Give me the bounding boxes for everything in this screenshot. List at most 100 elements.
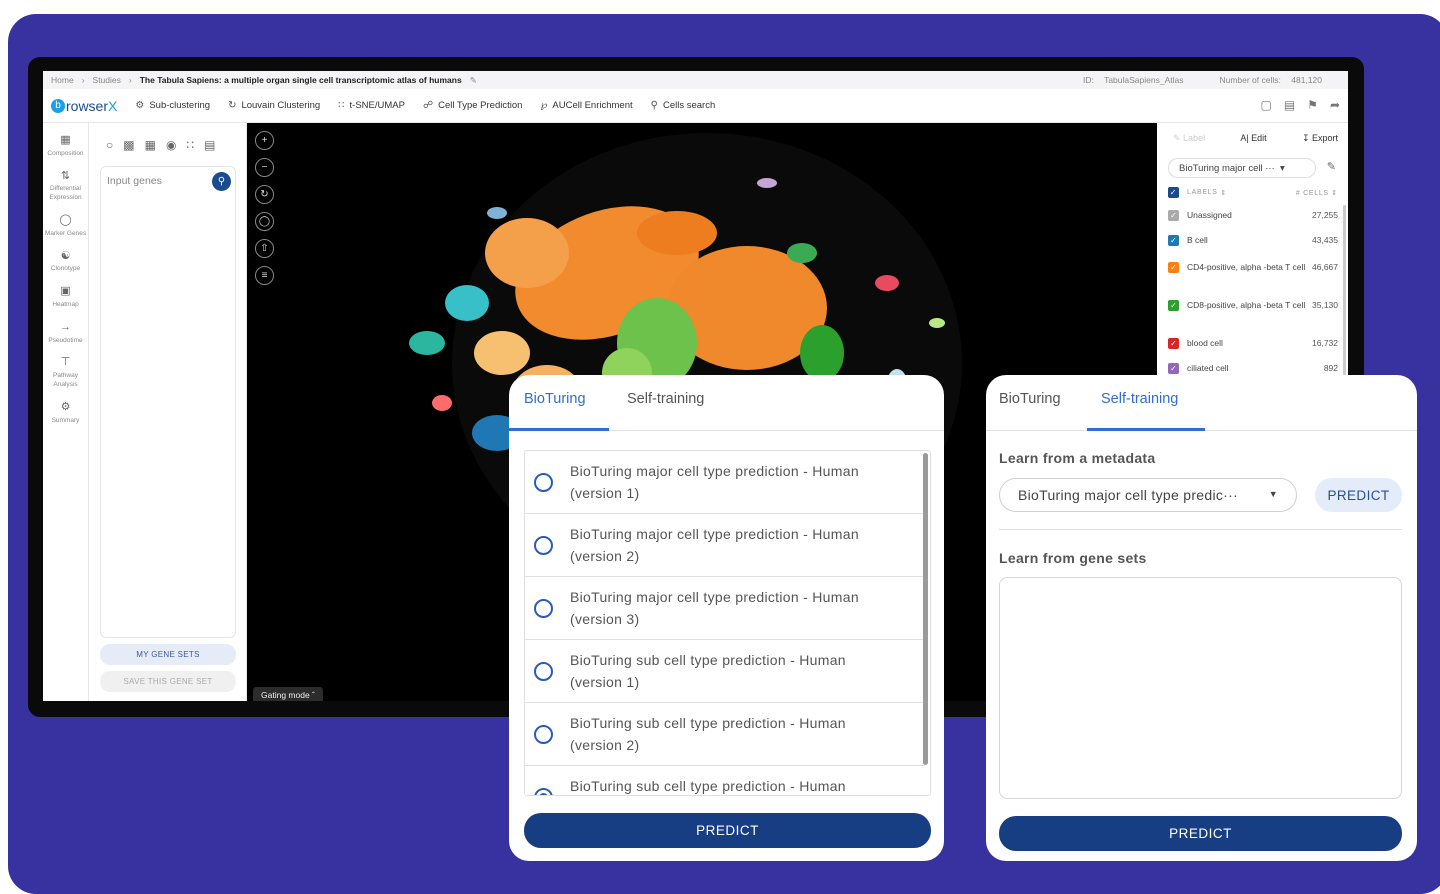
- browserx-logo[interactable]: b rowser X: [51, 98, 117, 114]
- louvain-icon: ↻: [228, 100, 237, 111]
- grid-icon[interactable]: ▦: [145, 138, 156, 152]
- louvain-clustering-button[interactable]: ↻ Louvain Clustering: [228, 100, 320, 111]
- chevron-right-icon: ›: [81, 75, 85, 85]
- aucell-icon: ℘: [540, 100, 548, 111]
- predict-button[interactable]: PREDICT: [999, 816, 1402, 851]
- share-icon[interactable]: ➦: [1330, 98, 1340, 112]
- save-gene-set-button[interactable]: SAVE THIS GENE SET: [100, 671, 236, 692]
- cells-search-button[interactable]: ⚲ Cells search: [651, 100, 716, 111]
- model-option[interactable]: BioTuring major cell type prediction - H…: [525, 577, 925, 640]
- model-option[interactable]: BioTuring sub cell type prediction - Hum…: [525, 640, 925, 703]
- tab-self-training[interactable]: Self-training: [1101, 391, 1178, 407]
- checkbox: ✓: [1168, 337, 1179, 349]
- metadata-select[interactable]: BioTuring major cell ··· ▾: [1168, 158, 1316, 178]
- tab-self-training[interactable]: Self-training: [627, 391, 704, 407]
- active-tab-indicator: [1087, 428, 1205, 431]
- marker-icon: ◯: [59, 213, 72, 226]
- bar-chart-icon[interactable]: ▩: [123, 138, 134, 152]
- density-icon[interactable]: ◉: [166, 138, 176, 152]
- label-row[interactable]: ✓ CD4-positive, alpha -beta T cell 46,667: [1168, 261, 1338, 273]
- reset-icon[interactable]: ↻: [255, 185, 274, 204]
- search-icon[interactable]: ⚲: [212, 172, 231, 191]
- gene-sets-input[interactable]: [999, 577, 1402, 799]
- select-all-checkbox[interactable]: ✓: [1168, 187, 1179, 198]
- lasso-icon[interactable]: ◯: [255, 212, 274, 231]
- radio-button[interactable]: [534, 536, 553, 555]
- label-button[interactable]: ✎ Label: [1173, 133, 1205, 144]
- save-icon[interactable]: ▢: [1260, 98, 1271, 112]
- metadata-dropdown[interactable]: BioTuring major cell type predic··· ▼: [999, 478, 1297, 512]
- rail-differential-expression[interactable]: ⇅ Differential Expression: [43, 169, 88, 203]
- label-table-header: ✓ LABELS ⇕ # CELLS ⇕: [1168, 187, 1338, 198]
- radio-button[interactable]: [534, 725, 553, 744]
- study-title: The Tabula Sapiens: a multiple organ sin…: [139, 75, 462, 85]
- radio-button[interactable]: [534, 473, 553, 492]
- prediction-card-self-training: BioTuring Self-training Learn from a met…: [986, 375, 1417, 861]
- edit-icon[interactable]: ✎: [1327, 160, 1336, 173]
- divider: [999, 529, 1402, 530]
- rail-marker-genes[interactable]: ◯ Marker Genes: [43, 213, 88, 239]
- heatmap-icon: ▣: [60, 285, 71, 298]
- model-option[interactable]: BioTuring major cell type prediction - H…: [525, 514, 925, 577]
- differential-icon: ⇅: [60, 169, 71, 182]
- chevron-right-icon: ›: [128, 75, 132, 85]
- tab-bioturing[interactable]: BioTuring: [999, 391, 1061, 407]
- toolbar-actions: ▢ ▤ ⚑ ➦: [1260, 98, 1340, 112]
- checkbox: ✓: [1168, 362, 1179, 374]
- sub-clustering-button[interactable]: ⚙ Sub-clustering: [135, 100, 210, 111]
- breadcrumb-studies[interactable]: Studies: [93, 75, 121, 85]
- rail-pathway-analysis[interactable]: ⊤ Pathway Analysis: [43, 355, 88, 389]
- radio-button[interactable]: [534, 662, 553, 681]
- label-row[interactable]: ✓ CD8-positive, alpha -beta T cell 35,130: [1168, 299, 1338, 311]
- prediction-card-bioturing: BioTuring Self-training BioTuring major …: [509, 375, 944, 861]
- settings-icon[interactable]: ≡: [255, 266, 274, 285]
- pathway-icon: ⊤: [60, 356, 71, 369]
- my-gene-sets-button[interactable]: MY GENE SETS: [100, 644, 236, 665]
- composition-icon: ▦: [60, 134, 71, 146]
- checkbox: ✓: [1168, 209, 1179, 221]
- main-toolbar: b rowser X ⚙ Sub-clustering ↻ Louvain Cluste…: [43, 89, 1348, 123]
- breadcrumb-home[interactable]: Home: [51, 75, 74, 85]
- upload-icon[interactable]: ⇧: [255, 239, 274, 258]
- bookmark-icon[interactable]: ⚑: [1307, 98, 1318, 112]
- dropdown-arrow-icon: ▼: [1268, 489, 1278, 499]
- list-scrollbar[interactable]: [923, 453, 928, 765]
- sub-clustering-icon: ⚙: [135, 100, 145, 111]
- model-option[interactable]: BioTuring sub cell type prediction - Hum…: [525, 703, 925, 766]
- label-row[interactable]: ✓ blood cell 16,732: [1168, 337, 1338, 349]
- predict-button[interactable]: PREDICT: [524, 813, 931, 848]
- search-icon: ⚲: [650, 100, 658, 111]
- export-button[interactable]: ↧ Export: [1302, 133, 1338, 144]
- metadata-predict-button[interactable]: PREDICT: [1315, 478, 1402, 512]
- aucell-enrichment-button[interactable]: ℘ AUCell Enrichment: [540, 100, 632, 111]
- label-row[interactable]: ✓ ciliated cell 892: [1168, 362, 1338, 374]
- edit-button[interactable]: A| Edit: [1240, 133, 1266, 144]
- violin-icon[interactable]: ○: [106, 138, 113, 152]
- left-rail: ▦ Composition ⇅ Differential Expression ◯ M…: [43, 123, 89, 701]
- folder-icon[interactable]: ▤: [1284, 98, 1295, 112]
- radio-button-selected[interactable]: [534, 788, 553, 795]
- edit-title-icon[interactable]: ✎: [470, 75, 477, 86]
- stacked-icon[interactable]: ▤: [204, 138, 215, 152]
- cell-type-prediction-button[interactable]: ☍ Cell Type Prediction: [423, 100, 522, 111]
- rail-pseudotime[interactable]: → Pseudotime: [43, 320, 88, 346]
- dotplot-icon[interactable]: ∷: [186, 138, 194, 152]
- tsne-umap-button[interactable]: ∷ t-SNE/UMAP: [338, 100, 405, 111]
- radio-button[interactable]: [534, 599, 553, 618]
- rail-summary[interactable]: ⚙ Summary: [43, 400, 88, 426]
- label-row[interactable]: ✓ B cell 43,435: [1168, 234, 1338, 246]
- checkbox: ✓: [1168, 299, 1179, 311]
- zoom-out-icon[interactable]: −: [255, 158, 274, 177]
- gating-mode-toggle[interactable]: Gating mode ˆ: [253, 687, 323, 701]
- model-option[interactable]: BioTuring major cell type prediction - H…: [525, 451, 925, 514]
- card-tabs: BioTuring Self-training: [986, 375, 1417, 431]
- tab-bioturing[interactable]: BioTuring: [524, 391, 586, 407]
- tsne-icon: ∷: [338, 100, 345, 111]
- checkbox: ✓: [1168, 261, 1179, 273]
- rail-composition[interactable]: ▦ Composition: [43, 133, 88, 159]
- model-option[interactable]: BioTuring sub cell type prediction - Hum…: [525, 766, 925, 795]
- label-row[interactable]: ✓ Unassigned 27,255: [1168, 209, 1338, 221]
- rail-clonotype[interactable]: ☯ Clonotype: [43, 249, 88, 275]
- zoom-in-icon[interactable]: +: [255, 131, 274, 150]
- rail-heatmap[interactable]: ▣ Heatmap: [43, 284, 88, 310]
